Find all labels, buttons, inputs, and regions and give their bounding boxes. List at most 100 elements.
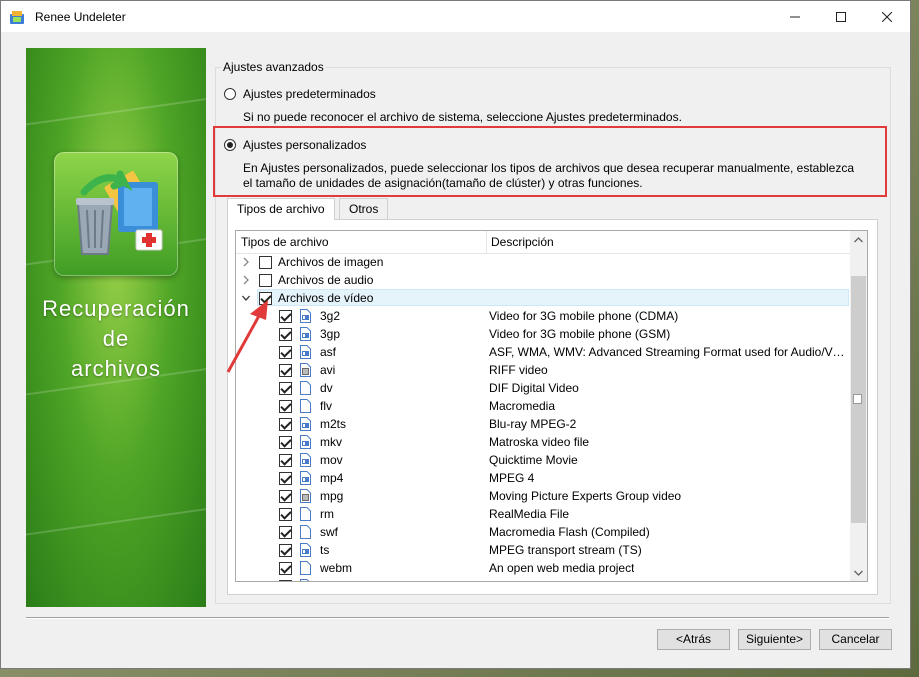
scroll-down-icon[interactable]: [850, 564, 867, 581]
maximize-icon: [836, 11, 846, 22]
file-description: MPEG 4: [489, 471, 535, 485]
chevron-right-icon[interactable]: [242, 257, 250, 267]
tab-file-types[interactable]: Tipos de archivo: [227, 198, 335, 220]
scroll-marker: [853, 394, 862, 404]
side-caption-line: de: [102, 326, 130, 351]
file-type-row[interactable]: 3g2 Video for 3G mobile phone (CDMA): [236, 307, 851, 325]
file-type-row[interactable]: swf Macromedia Flash (Compiled): [236, 523, 851, 541]
tree-category-row[interactable]: Archivos de imagen: [236, 253, 851, 271]
custom-settings-description-line1: En Ajustes personalizados, puede selecci…: [243, 161, 855, 175]
file-description: Windows Media Center TV: [489, 579, 632, 581]
category-label: Archivos de audio: [278, 273, 374, 287]
tree-category-row[interactable]: Archivos de vídeo: [236, 289, 851, 307]
default-settings-radio[interactable]: [224, 88, 236, 100]
media-file-icon: [300, 345, 311, 359]
file-type-row[interactable]: mkv Matroska video file: [236, 433, 851, 451]
advanced-settings-legend: Ajustes avanzados: [221, 60, 326, 74]
file-description: An open web media project: [489, 561, 635, 575]
file-type-row[interactable]: flv Macromedia: [236, 397, 851, 415]
film-file-icon: [300, 363, 311, 377]
file-extension: rm: [320, 507, 334, 521]
file-description: Quicktime Movie: [489, 453, 578, 467]
file-type-row[interactable]: m2ts Blu-ray MPEG-2: [236, 415, 851, 433]
blank-file-icon: [300, 381, 311, 395]
side-caption-line: Recuperación: [42, 296, 190, 321]
file-type-checkbox[interactable]: [279, 382, 292, 395]
file-description: Matroska video file: [489, 435, 590, 449]
file-type-checkbox[interactable]: [279, 472, 292, 485]
file-type-row[interactable]: dv DIF Digital Video: [236, 379, 851, 397]
file-extension: dv: [320, 381, 333, 395]
next-button[interactable]: Siguiente>: [738, 629, 811, 650]
column-header-file-types[interactable]: Tipos de archivo: [241, 235, 329, 249]
title-bar[interactable]: Renee Undeleter: [1, 1, 910, 32]
file-extension: mpg: [320, 489, 344, 503]
file-type-checkbox[interactable]: [279, 580, 292, 581]
close-button[interactable]: [864, 1, 910, 32]
file-extension: 3g2: [320, 309, 341, 323]
maximize-button[interactable]: [818, 1, 864, 32]
file-type-checkbox[interactable]: [279, 508, 292, 521]
file-type-row[interactable]: webm An open web media project: [236, 559, 851, 577]
tab-label: Tipos de archivo: [237, 202, 325, 216]
blank-file-icon: [300, 399, 311, 413]
side-caption: Recuperación de archivos: [26, 294, 206, 384]
file-type-row[interactable]: asf ASF, WMA, WMV: Advanced Streaming For…: [236, 343, 851, 361]
file-type-row[interactable]: mov Quicktime Movie: [236, 451, 851, 469]
film-file-icon: [300, 489, 311, 503]
minimize-button[interactable]: [772, 1, 818, 32]
file-extension: 3gp: [320, 327, 341, 341]
media-file-icon: [300, 327, 311, 341]
file-type-row[interactable]: rm RealMedia File: [236, 505, 851, 523]
tab-label: Otros: [349, 202, 379, 216]
category-checkbox[interactable]: [259, 274, 272, 287]
category-checkbox[interactable]: [259, 256, 272, 269]
file-types-tree[interactable]: Tipos de archivo Descripción Archivos de…: [235, 230, 868, 582]
file-type-checkbox[interactable]: [279, 490, 292, 503]
default-settings-label[interactable]: Ajustes predeterminados: [243, 87, 376, 101]
file-description: MPEG transport stream (TS): [489, 543, 642, 557]
custom-settings-label[interactable]: Ajustes personalizados: [243, 138, 366, 152]
file-description: ASF, WMA, WMV: Advanced Streaming Format…: [489, 345, 845, 359]
file-type-row[interactable]: mp4 MPEG 4: [236, 469, 851, 487]
custom-settings-radio[interactable]: [224, 139, 236, 151]
side-caption-line: archivos: [71, 356, 161, 381]
file-type-row[interactable]: avi RIFF video: [236, 361, 851, 379]
category-label: Archivos de vídeo: [278, 291, 374, 305]
column-divider[interactable]: [486, 231, 487, 253]
file-type-checkbox[interactable]: [279, 526, 292, 539]
scroll-up-icon[interactable]: [850, 231, 867, 248]
media-file-icon: [300, 417, 311, 431]
file-type-row[interactable]: wtv Windows Media Center TV: [236, 577, 851, 581]
file-type-checkbox[interactable]: [279, 454, 292, 467]
file-description: Blu-ray MPEG-2: [489, 417, 577, 431]
media-file-icon: [300, 543, 311, 557]
file-extension: webm: [320, 561, 353, 575]
cancel-button[interactable]: Cancelar: [819, 629, 892, 650]
file-type-checkbox[interactable]: [279, 436, 292, 449]
vertical-scrollbar[interactable]: [850, 231, 867, 581]
tab-others[interactable]: Otros: [339, 198, 389, 219]
file-extension: mkv: [320, 435, 342, 449]
media-file-icon: [300, 471, 311, 485]
tree-category-row[interactable]: Archivos de audio: [236, 271, 851, 289]
file-description: Macromedia: [489, 399, 556, 413]
side-banner: Recuperación de archivos: [26, 48, 206, 607]
file-type-row[interactable]: mpg Moving Picture Experts Group video: [236, 487, 851, 505]
back-button[interactable]: <Atrás: [657, 629, 730, 650]
annotation-arrow-icon: [226, 300, 268, 373]
file-type-checkbox[interactable]: [279, 544, 292, 557]
file-type-checkbox[interactable]: [279, 562, 292, 575]
file-extension: mp4: [320, 471, 344, 485]
file-extension: ts: [320, 543, 330, 557]
file-description: DIF Digital Video: [489, 381, 579, 395]
file-type-checkbox[interactable]: [279, 418, 292, 431]
chevron-right-icon[interactable]: [242, 275, 250, 285]
file-type-row[interactable]: 3gp Video for 3G mobile phone (GSM): [236, 325, 851, 343]
file-type-checkbox[interactable]: [279, 400, 292, 413]
file-type-row[interactable]: ts MPEG transport stream (TS): [236, 541, 851, 559]
file-description: RIFF video: [489, 363, 548, 377]
file-extension: wtv: [320, 579, 338, 581]
column-header-description[interactable]: Descripción: [491, 235, 554, 249]
media-file-icon: [300, 309, 311, 323]
